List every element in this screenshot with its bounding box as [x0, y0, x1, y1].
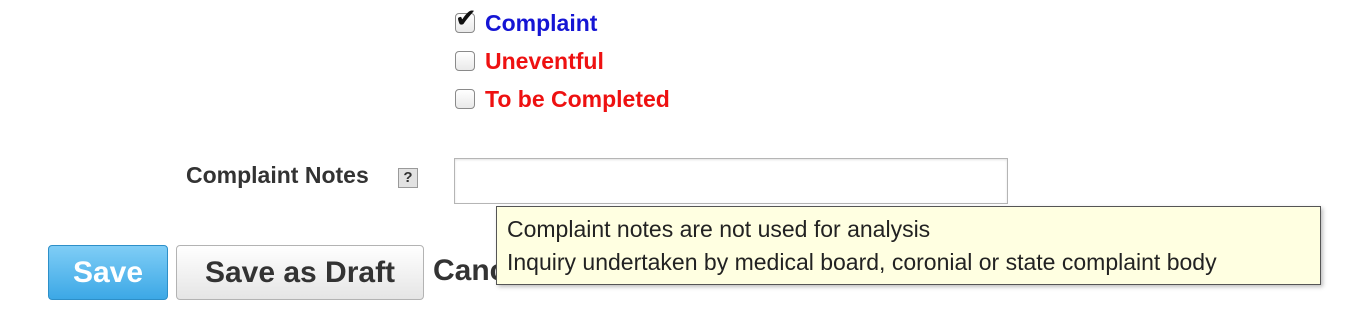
checkbox-to-be-completed[interactable] — [455, 89, 475, 109]
option-label: To be Completed — [485, 85, 670, 112]
option-uneventful[interactable]: Uneventful — [455, 46, 604, 76]
tooltip-line: Inquiry undertaken by medical board, cor… — [507, 249, 1217, 275]
option-label: Uneventful — [485, 47, 604, 74]
option-complaint[interactable]: ✔ Complaint — [455, 6, 598, 38]
checkbox-complaint[interactable]: ✔ — [455, 6, 477, 33]
complaint-notes-label: Complaint Notes — [186, 162, 369, 188]
checkmark-icon: ✔ — [455, 4, 477, 34]
question-mark-icon[interactable]: ? — [398, 168, 418, 188]
checkbox-uneventful[interactable] — [455, 51, 475, 71]
form-panel: ✔ Complaint Uneventful To be Completed C… — [0, 0, 1358, 324]
complaint-notes-input[interactable] — [454, 158, 1008, 204]
save-button[interactable]: Save — [48, 245, 168, 300]
option-label: Complaint — [485, 9, 598, 36]
option-to-be-completed[interactable]: To be Completed — [455, 84, 670, 114]
help-tooltip: Complaint notes are not used for analysi… — [496, 206, 1321, 285]
save-as-draft-button[interactable]: Save as Draft — [176, 245, 424, 300]
tooltip-line: Complaint notes are not used for analysi… — [507, 216, 931, 242]
